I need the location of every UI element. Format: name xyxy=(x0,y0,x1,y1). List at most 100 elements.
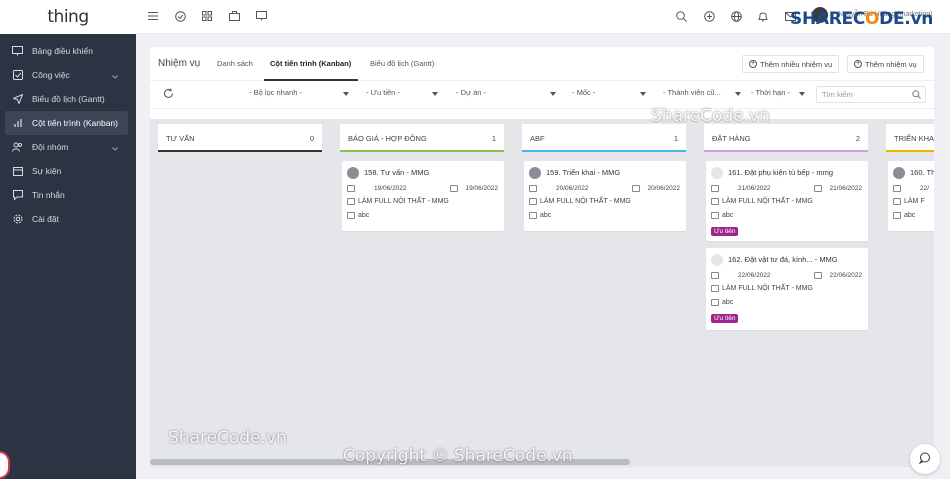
end-date: 21/06/2022 xyxy=(829,185,862,192)
gear-icon xyxy=(12,214,23,225)
sidebar-item-events[interactable]: Sự kiện xyxy=(0,159,136,183)
kanban-column: TRIỂN KHA 160. Th 22/ LÀM F abc xyxy=(886,124,934,231)
brand-watermark: SHARECODE.vn xyxy=(790,9,934,29)
column-header: TRIỂN KHA xyxy=(886,124,934,152)
end-date: 19/06/2022 xyxy=(465,185,498,192)
card-project: LÀM FULL NỘI THẤT - MMG xyxy=(540,198,631,205)
sidebar-item-team[interactable]: Đội nhóm xyxy=(0,135,136,159)
sidebar-item-label: Tin nhắn xyxy=(32,190,65,200)
task-card[interactable]: 160. Th 22/ LÀM F abc xyxy=(888,161,934,231)
monitor-icon[interactable] xyxy=(254,9,268,23)
sidebar-item-gantt[interactable]: Biểu đồ lịch (Gantt) xyxy=(0,87,136,111)
search-icon xyxy=(912,90,921,101)
project-select[interactable]: - Dự án - xyxy=(456,88,556,102)
logo-text: thing xyxy=(47,7,89,27)
watermark-text: ShareCode.vn xyxy=(651,106,770,126)
priority-badge: Ưu tiên xyxy=(711,314,739,323)
sidebar-item-label: Cài đặt xyxy=(32,214,59,224)
tab-list[interactable]: Danh sách xyxy=(217,59,253,68)
end-date: 20/06/2022 xyxy=(647,185,680,192)
project-icon xyxy=(893,198,901,205)
calendar-icon xyxy=(711,272,719,279)
card-project: LÀM FULL NỘI THẤT - MMG xyxy=(722,198,813,205)
sidebar-item-settings[interactable]: Cài đặt xyxy=(0,207,136,231)
kanban-column: TƯ VẤN 0 xyxy=(158,124,322,152)
caret-down-icon xyxy=(640,92,646,96)
briefcase-icon xyxy=(347,212,355,219)
task-card[interactable]: 159. Triển khai - MMG 20/06/2022 20/06/2… xyxy=(524,161,686,231)
calendar-icon xyxy=(814,185,822,192)
add-many-tasks-label: Thêm nhiều nhiệm vụ xyxy=(760,59,833,69)
member-value: - Thành viên cũ... xyxy=(663,88,721,97)
card-project: LÀM F xyxy=(904,198,925,205)
briefcase-icon[interactable] xyxy=(227,9,241,23)
card-tag: abc xyxy=(722,212,734,219)
globe-icon[interactable] xyxy=(729,9,743,23)
add-many-tasks-button[interactable]: + Thêm nhiều nhiệm vụ xyxy=(742,55,840,73)
watermark-text: Copyright © ShareCode.vn xyxy=(343,446,573,466)
project-icon xyxy=(529,198,537,205)
column-header: ĐẶT HÀNG 2 xyxy=(704,124,868,152)
floating-indicator[interactable] xyxy=(0,451,10,479)
panel-header: Nhiệm vụ Danh sách Cột tiến trình (Kanba… xyxy=(150,47,934,81)
briefcase-icon xyxy=(893,212,901,219)
priority-value: - Ưu tiên - xyxy=(366,88,400,97)
start-date: 19/06/2022 xyxy=(374,185,407,192)
column-title: ABF xyxy=(530,134,545,143)
card-title: 158. Tư vấn - MMG xyxy=(364,168,430,177)
card-title: 160. Th xyxy=(910,168,934,177)
plus-circle-icon[interactable] xyxy=(702,9,716,23)
priority-select[interactable]: - Ưu tiên - xyxy=(366,88,438,102)
search-input[interactable]: Tìm kiếm xyxy=(816,86,926,103)
calendar-icon xyxy=(450,185,458,192)
caret-down-icon xyxy=(550,92,556,96)
refresh-icon[interactable] xyxy=(163,88,174,101)
caret-down-icon xyxy=(343,92,349,96)
briefcase-icon xyxy=(529,212,537,219)
task-card[interactable]: 158. Tư vấn - MMG 19/06/2022 19/06/2022 … xyxy=(342,161,504,231)
kanban-column: ĐẶT HÀNG 2 161. Đặt phụ kiện tủ bếp - mm… xyxy=(704,124,868,330)
member-select[interactable]: - Thành viên cũ... xyxy=(663,88,741,102)
column-title: TRIỂN KHA xyxy=(894,134,934,143)
sidebar-item-label: Cột tiến trình (Kanban) xyxy=(32,118,118,128)
monitor-icon xyxy=(12,46,23,57)
chat-button[interactable] xyxy=(910,444,940,474)
column-title: ĐẶT HÀNG xyxy=(712,134,751,143)
tab-gantt[interactable]: Biểu đồ lịch (Gantt) xyxy=(370,59,434,68)
quick-filter-select[interactable]: - Bộ lọc nhanh - xyxy=(249,88,349,102)
task-card[interactable]: 161. Đặt phụ kiện tủ bếp - mmg 21/06/202… xyxy=(706,161,868,241)
avatar xyxy=(347,167,359,179)
deadline-select[interactable]: - Thời hạn - xyxy=(751,88,805,102)
card-title: 159. Triển khai - MMG xyxy=(546,168,621,177)
app-logo[interactable]: thing xyxy=(0,0,136,34)
tab-kanban[interactable]: Cột tiến trình (Kanban) xyxy=(270,59,351,68)
kanban-column: BÁO GIÁ - HỢP ĐỒNG 1 158. Tư vấn - MMG 1… xyxy=(340,124,504,231)
task-card[interactable]: 162. Đặt vật tư đá, kính... - MMG 22/06/… xyxy=(706,248,868,330)
people-icon xyxy=(12,142,23,153)
page-title: Nhiệm vụ xyxy=(158,58,201,69)
grid-icon[interactable] xyxy=(200,9,214,23)
sidebar-item-messages[interactable]: Tin nhắn xyxy=(0,183,136,207)
sidebar-item-kanban[interactable]: Cột tiến trình (Kanban) xyxy=(5,111,128,135)
column-header: TƯ VẤN 0 xyxy=(158,124,322,152)
column-count: 0 xyxy=(309,134,314,143)
sidebar-item-dashboard[interactable]: Bảng điều khiển xyxy=(0,39,136,63)
column-count: 1 xyxy=(491,134,496,143)
milestone-value: - Mốc - xyxy=(572,88,596,97)
search-icon[interactable] xyxy=(674,9,688,23)
avatar xyxy=(711,167,723,179)
caret-down-icon xyxy=(432,92,438,96)
milestone-select[interactable]: - Mốc - xyxy=(572,88,646,102)
add-task-button[interactable]: + Thêm nhiệm vụ xyxy=(847,55,924,73)
send-icon xyxy=(12,94,23,105)
sidebar-item-tasks[interactable]: Công việc xyxy=(0,63,136,87)
check-circle-icon[interactable] xyxy=(173,9,187,23)
start-date: 21/06/2022 xyxy=(738,185,771,192)
project-value: - Dự án - xyxy=(456,88,487,97)
caret-down-icon xyxy=(735,92,741,96)
menu-icon[interactable] xyxy=(146,9,160,23)
project-icon xyxy=(711,198,719,205)
priority-badge: Ưu tiên xyxy=(711,227,739,236)
bell-icon[interactable] xyxy=(756,9,770,23)
column-header: BÁO GIÁ - HỢP ĐỒNG 1 xyxy=(340,124,504,152)
